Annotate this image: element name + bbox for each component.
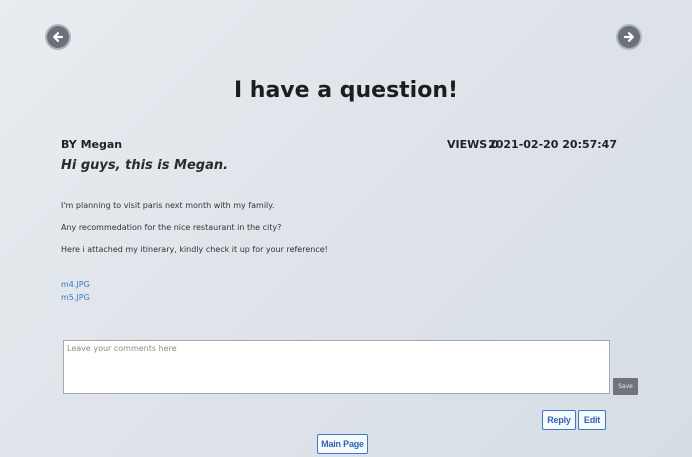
edit-button[interactable]: Edit (578, 410, 606, 430)
post-meta: BY Megan VIEWS 0 2021-02-20 20:57:47 (61, 138, 617, 154)
post-body-line: I'm planning to visit paris next month w… (61, 201, 275, 210)
previous-post-button[interactable] (47, 26, 69, 48)
save-comment-button[interactable]: Save (613, 378, 638, 395)
post-author: BY Megan (61, 138, 123, 151)
comment-input[interactable] (63, 340, 610, 394)
post-timestamp: 2021-02-20 20:57:47 (488, 138, 617, 151)
post-body-line: Any recommedation for the nice restauran… (61, 223, 282, 232)
post-body-line: Here i attached my itinerary, kindly che… (61, 245, 328, 254)
page-title: I have a question! (233, 78, 459, 103)
attachment-link[interactable]: m5.JPG (61, 293, 90, 302)
arrow-left-icon (53, 32, 64, 42)
reply-button[interactable]: Reply (542, 410, 576, 430)
attachment-link[interactable]: m4.JPG (61, 280, 90, 289)
main-page-button[interactable]: Main Page (317, 434, 368, 454)
next-post-button[interactable] (618, 26, 640, 48)
post-subtitle: Hi guys, this is Megan. (61, 158, 229, 173)
arrow-right-icon (623, 32, 634, 42)
